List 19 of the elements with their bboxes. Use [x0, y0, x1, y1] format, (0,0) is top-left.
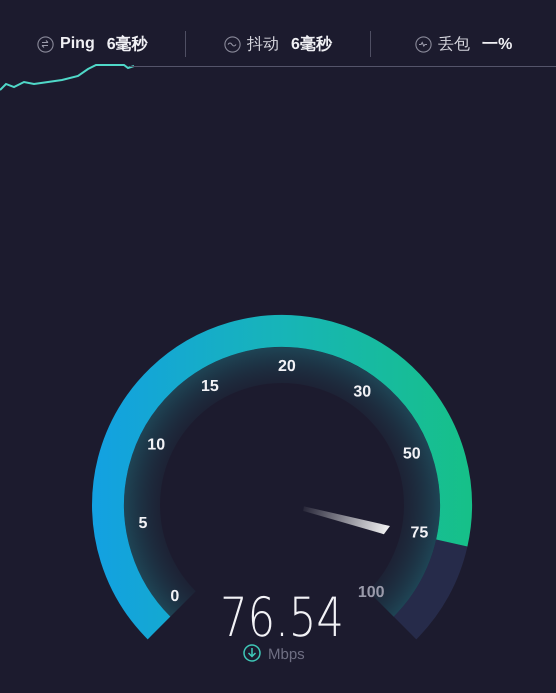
- pulse-icon: [415, 36, 432, 52]
- tick-label: 50: [402, 446, 421, 463]
- stat-value: 6毫秒: [106, 34, 148, 54]
- stat-label: 丢包: [438, 34, 470, 54]
- tick-label: 10: [147, 436, 166, 454]
- tick-label: 100: [358, 584, 385, 602]
- wave-icon: [224, 36, 242, 52]
- ping-icon: [37, 36, 54, 52]
- tick-label: 5: [138, 515, 148, 532]
- tick-label: 20: [278, 358, 296, 376]
- tick-label: 30: [353, 383, 372, 400]
- download-icon: [243, 644, 261, 662]
- tick-label: 75: [410, 524, 428, 542]
- stat-label: Ping: [60, 35, 95, 53]
- stat-value: 一%: [482, 34, 512, 54]
- tick-label: 0: [170, 588, 180, 605]
- tick-label: 15: [201, 378, 219, 395]
- stat-label: 抖动: [247, 34, 280, 54]
- stat-value: 6毫秒: [291, 34, 332, 54]
